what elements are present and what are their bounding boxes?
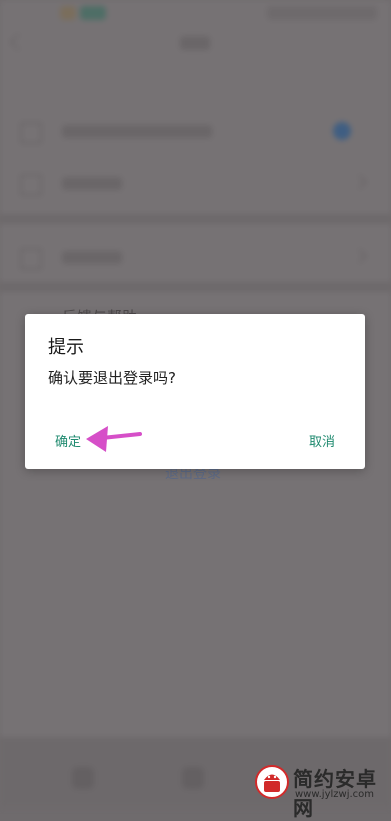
android-logo-icon — [255, 765, 289, 799]
chevron-right-icon — [352, 248, 368, 264]
settings-row — [0, 236, 391, 280]
row-icon — [20, 248, 42, 270]
row-label — [62, 251, 122, 264]
back-icon — [9, 33, 27, 51]
dialog-message: 确认要退出登录吗? — [48, 369, 176, 387]
section-divider — [0, 282, 391, 292]
chevron-right-icon — [352, 174, 368, 190]
watermark: 简约安卓网 www.jylzwj.com — [255, 761, 387, 820]
annotation-arrow-icon — [86, 426, 142, 452]
tab-icon — [72, 767, 94, 789]
toggle-indicator — [333, 122, 351, 140]
tab-icon — [182, 767, 204, 789]
row-label — [62, 177, 122, 190]
dialog-title: 提示 — [48, 337, 84, 358]
settings-row — [0, 162, 391, 206]
status-icons — [267, 6, 377, 20]
row-icon — [20, 122, 42, 144]
status-bar — [0, 0, 391, 26]
watermark-url: www.jylzwj.com — [295, 789, 375, 800]
top-bar — [0, 30, 391, 64]
section-divider — [0, 214, 391, 224]
settings-row — [0, 110, 391, 154]
status-indicator — [60, 6, 76, 20]
status-indicator — [80, 6, 106, 20]
row-label — [62, 125, 212, 138]
logout-confirm-dialog: 提示 确认要退出登录吗? 确定 取消 — [25, 314, 365, 469]
row-icon — [20, 174, 42, 196]
page-title — [180, 36, 210, 50]
confirm-button[interactable]: 确定 — [55, 431, 81, 450]
cancel-button[interactable]: 取消 — [309, 431, 335, 450]
